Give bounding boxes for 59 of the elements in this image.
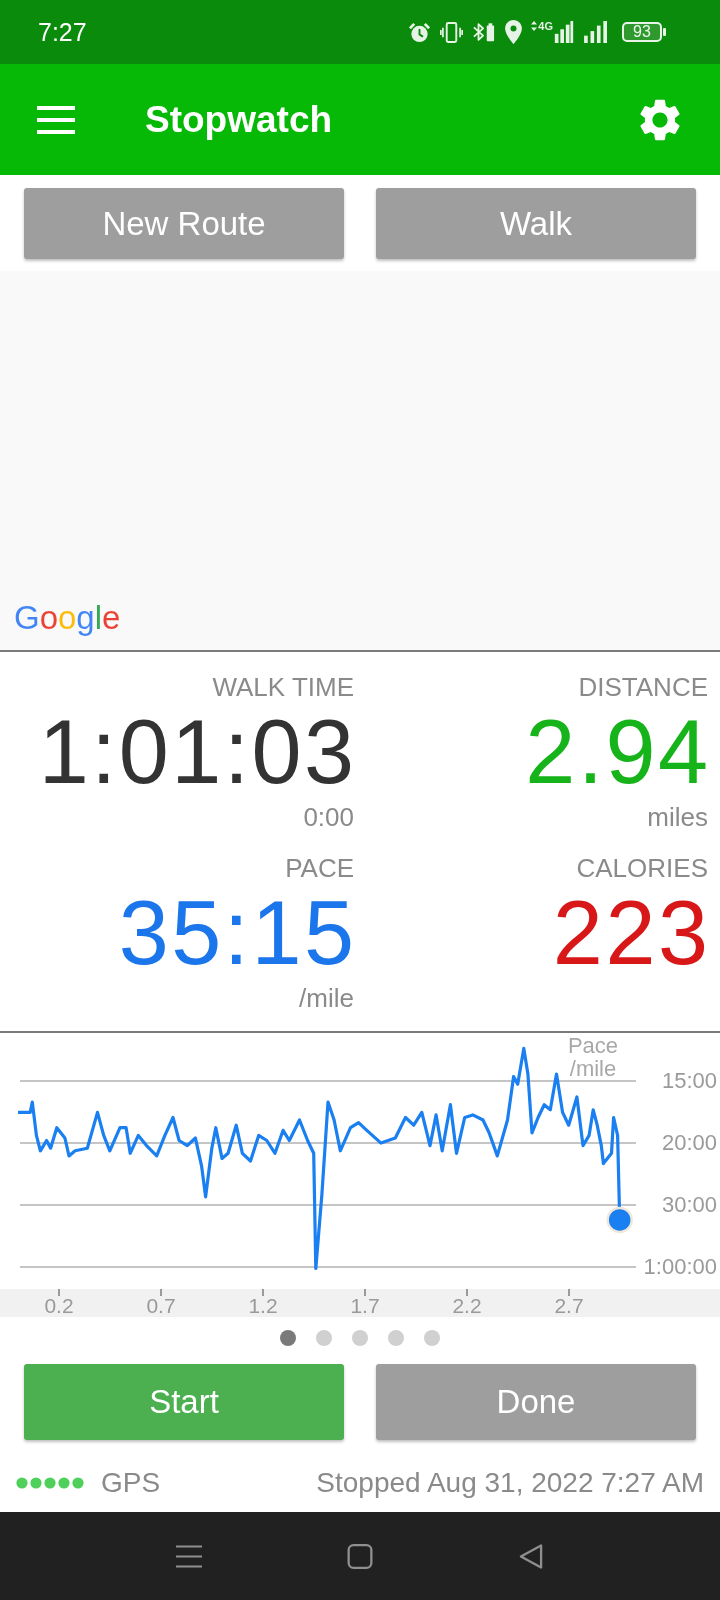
stat-value: 223	[552, 888, 711, 978]
stat-label: PACE	[285, 852, 354, 884]
signal-bars-icon	[554, 21, 574, 43]
x-axis-tick	[58, 1288, 60, 1297]
y-axis-title: Pace /mile	[566, 1034, 620, 1080]
page-indicator-dot[interactable]	[280, 1330, 296, 1346]
stat-value: 35:15	[118, 888, 357, 978]
data-arrows-icon	[531, 21, 538, 31]
y-axis-label: 30:00	[661, 1191, 717, 1219]
x-axis-tick	[262, 1288, 264, 1297]
stat-label: DISTANCE	[578, 671, 708, 703]
network-type-label: 4G	[538, 20, 553, 32]
stat-unit: /mile	[299, 982, 354, 1014]
stat-value: 2.94	[525, 707, 711, 797]
stat-unit: 0:00	[303, 801, 354, 833]
y-axis-label: 15:00	[661, 1067, 717, 1095]
page-indicator-dot[interactable]	[424, 1330, 440, 1346]
stopwatch-status: Stopped Aug 31, 2022 7:27 AM	[316, 1467, 704, 1499]
bluetooth-battery-icon	[472, 21, 497, 43]
x-axis-tick	[466, 1288, 468, 1297]
location-pin-icon	[505, 20, 523, 44]
map-area[interactable]: Google	[0, 271, 720, 652]
stat-value: 1:01:03	[38, 707, 357, 797]
x-axis-label: 1.7	[349, 1293, 381, 1319]
y-axis-label: 20:00	[661, 1129, 717, 1157]
x-axis-tick	[160, 1288, 162, 1297]
page-indicator-dot[interactable]	[352, 1330, 368, 1346]
home-icon[interactable]	[347, 1543, 373, 1569]
action-button[interactable]: Start	[24, 1364, 344, 1440]
recent-apps-icon[interactable]	[176, 1543, 202, 1569]
settings-icon[interactable]	[640, 98, 680, 141]
gps-label: GPS	[101, 1467, 161, 1499]
signal-bars-icon	[583, 21, 609, 43]
status-time: 7:27	[38, 17, 87, 47]
current-point-marker	[606, 1206, 633, 1234]
stat-label: CALORIES	[576, 852, 708, 884]
vibrate-icon	[440, 21, 464, 43]
battery-percentage: 93	[622, 22, 662, 42]
x-axis-label: 2.2	[451, 1293, 483, 1319]
mode-button[interactable]: New Route	[24, 188, 344, 259]
battery-tip-icon	[663, 28, 666, 36]
gps-signal-icon	[16, 1477, 84, 1489]
mode-button[interactable]: Walk	[376, 188, 696, 259]
x-axis-label: 0.2	[43, 1293, 75, 1319]
page-indicator-dot[interactable]	[388, 1330, 404, 1346]
stat-label: WALK TIME	[212, 671, 354, 703]
x-axis-tick	[568, 1288, 570, 1297]
menu-icon[interactable]	[37, 105, 75, 134]
x-axis-label: 2.7	[553, 1293, 585, 1319]
x-axis-tick	[364, 1288, 366, 1297]
back-icon[interactable]	[518, 1543, 544, 1569]
x-axis-label: 0.7	[145, 1293, 177, 1319]
stat-unit: miles	[647, 801, 708, 833]
x-axis-label: 1.2	[247, 1293, 279, 1319]
alarm-clock-icon	[408, 20, 432, 44]
y-axis-label: 1:00:00	[643, 1253, 717, 1281]
app-title: Stopwatch	[145, 98, 333, 141]
page-indicator-dot[interactable]	[316, 1330, 332, 1346]
action-button[interactable]: Done	[376, 1364, 696, 1440]
